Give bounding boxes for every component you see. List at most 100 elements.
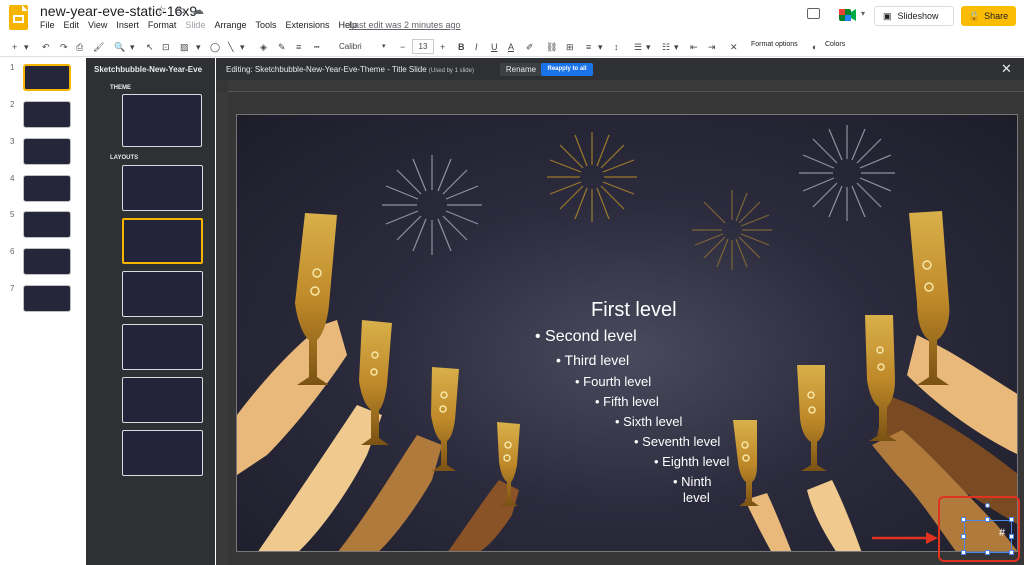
slide-thumbnail-1[interactable] [23, 64, 71, 91]
new-slide-icon[interactable]: + [12, 40, 17, 54]
border-weight-icon[interactable]: ≡ [296, 40, 301, 54]
menu-tools[interactable]: Tools [255, 20, 276, 30]
border-color-icon[interactable]: ✎ [278, 40, 286, 54]
menu-arrange[interactable]: Arrange [214, 20, 246, 30]
bulleted-list-icon[interactable]: ☰ [634, 40, 642, 54]
menu-insert[interactable]: Insert [116, 20, 139, 30]
menu-extensions[interactable]: Extensions [285, 20, 329, 30]
resize-handle[interactable] [1009, 550, 1014, 555]
layout-thumbnail-5[interactable] [122, 377, 203, 423]
new-slide-dropdown-icon[interactable]: ▾ [24, 40, 29, 54]
level-4-text[interactable]: • Fourth level [575, 374, 651, 389]
slides-logo-icon[interactable] [9, 5, 28, 30]
meet-icon[interactable] [838, 8, 858, 22]
layout-thumbnail-4[interactable] [122, 324, 203, 370]
bold-button[interactable]: B [458, 40, 465, 54]
vertical-ruler[interactable] [216, 92, 228, 565]
print-icon[interactable]: ⎙ [76, 40, 83, 54]
format-options-button[interactable]: Format options [751, 41, 798, 48]
last-edit-link[interactable]: Last edit was 2 minutes ago [349, 20, 461, 30]
level-1-text[interactable]: First level [591, 299, 677, 322]
slide-thumbnail-2[interactable] [23, 101, 71, 128]
resize-handle[interactable] [961, 550, 966, 555]
slide-thumbnail-6[interactable] [23, 248, 71, 275]
menu-view[interactable]: View [88, 20, 107, 30]
level-7-text[interactable]: • Seventh level [634, 434, 720, 449]
slide-thumbnail-7[interactable] [23, 285, 71, 312]
share-button[interactable]: 🔒 Share [961, 6, 1016, 26]
italic-button[interactable]: I [475, 40, 478, 54]
font-size-input[interactable]: 13 [412, 39, 434, 54]
decrease-font-size-button[interactable]: − [400, 40, 405, 54]
line-spacing-icon[interactable]: ↕ [614, 40, 619, 54]
level-5-text[interactable]: • Fifth level [595, 394, 659, 409]
select-icon[interactable]: ↖ [146, 40, 154, 54]
level-9-text[interactable]: • Ninth [673, 474, 712, 489]
level-6-text[interactable]: • Sixth level [615, 414, 682, 429]
layout-thumbnail-1[interactable] [122, 165, 203, 211]
clear-formatting-icon[interactable]: ✕ [730, 40, 738, 54]
level-8-text[interactable]: • Eighth level [654, 454, 729, 469]
colors-button[interactable]: Colors [825, 41, 845, 48]
resize-handle[interactable] [1009, 517, 1014, 522]
resize-handle[interactable] [985, 517, 990, 522]
redo-icon[interactable]: ↷ [60, 40, 68, 54]
highlight-icon[interactable]: ✐ [526, 40, 534, 54]
comment-history-icon[interactable] [807, 8, 820, 19]
resize-handle[interactable] [961, 534, 966, 539]
menu-format[interactable]: Format [148, 20, 177, 30]
resize-handle[interactable] [1009, 534, 1014, 539]
resize-handle[interactable] [985, 550, 990, 555]
image-dropdown-icon[interactable]: ▾ [196, 40, 201, 54]
layout-thumbnail-title-slide[interactable] [122, 218, 203, 264]
align-icon[interactable]: ≡ [586, 40, 591, 54]
level-3-text[interactable]: • Third level [556, 352, 629, 368]
palette-icon[interactable]: ◐ [812, 40, 817, 54]
increase-font-size-button[interactable]: + [440, 40, 445, 54]
align-dropdown-icon[interactable]: ▾ [598, 40, 603, 54]
border-dash-icon[interactable]: ┅ [314, 40, 319, 54]
menu-file[interactable]: File [40, 20, 55, 30]
slide-thumbnail-4[interactable] [23, 175, 71, 202]
increase-indent-icon[interactable]: ⇥ [708, 40, 716, 54]
layout-thumbnail-3[interactable] [122, 271, 203, 317]
menu-slide[interactable]: Slide [185, 20, 205, 30]
slideshow-button[interactable]: ▣ Slideshow [874, 6, 954, 26]
cloud-status-icon[interactable]: ☁ [192, 3, 204, 17]
zoom-icon[interactable]: 🔍 [114, 40, 125, 54]
text-box-icon[interactable]: ⊡ [162, 40, 170, 54]
image-icon[interactable]: ▨ [180, 40, 189, 54]
theme-master-thumbnail[interactable] [122, 94, 202, 147]
line-dropdown-icon[interactable]: ▾ [240, 40, 245, 54]
bulleted-list-dropdown-icon[interactable]: ▾ [646, 40, 651, 54]
menu-edit[interactable]: Edit [64, 20, 80, 30]
resize-handle[interactable] [961, 517, 966, 522]
numbered-list-dropdown-icon[interactable]: ▾ [674, 40, 679, 54]
numbered-list-icon[interactable]: ☷ [662, 40, 670, 54]
link-icon[interactable]: ⛓ [546, 40, 557, 54]
reapply-to-all-button[interactable]: Reapply to all [541, 63, 593, 76]
underline-button[interactable]: U [491, 40, 498, 54]
layout-thumbnail-6[interactable] [122, 430, 203, 476]
text-color-button[interactable]: A [508, 40, 514, 54]
slide-thumbnail-3[interactable] [23, 138, 71, 165]
shape-icon[interactable]: ◯ [210, 40, 220, 54]
move-folder-icon[interactable]: ▭ [174, 3, 185, 17]
fill-color-icon[interactable]: ◈ [260, 40, 267, 54]
star-icon[interactable]: ☆ [156, 3, 167, 17]
font-dropdown-icon[interactable]: ▾ [382, 40, 386, 54]
zoom-dropdown-icon[interactable]: ▾ [130, 40, 135, 54]
level-2-text[interactable]: • Second level [535, 328, 637, 346]
rotate-handle[interactable] [985, 503, 990, 508]
line-icon[interactable]: ╲ [228, 40, 233, 54]
rename-button[interactable]: Rename [500, 63, 542, 76]
horizontal-ruler[interactable] [228, 80, 1024, 92]
meet-dropdown-icon[interactable]: ▾ [861, 9, 865, 18]
decrease-indent-icon[interactable]: ⇤ [690, 40, 698, 54]
slide-layout-canvas[interactable]: First level • Second level • Third level… [236, 114, 1018, 552]
comment-icon[interactable]: ⊞ [566, 40, 574, 54]
paint-format-icon[interactable]: 🖌 [93, 40, 104, 54]
close-icon[interactable]: ✕ [1001, 61, 1012, 77]
undo-icon[interactable]: ↶ [42, 40, 50, 54]
slide-thumbnail-5[interactable] [23, 211, 71, 238]
